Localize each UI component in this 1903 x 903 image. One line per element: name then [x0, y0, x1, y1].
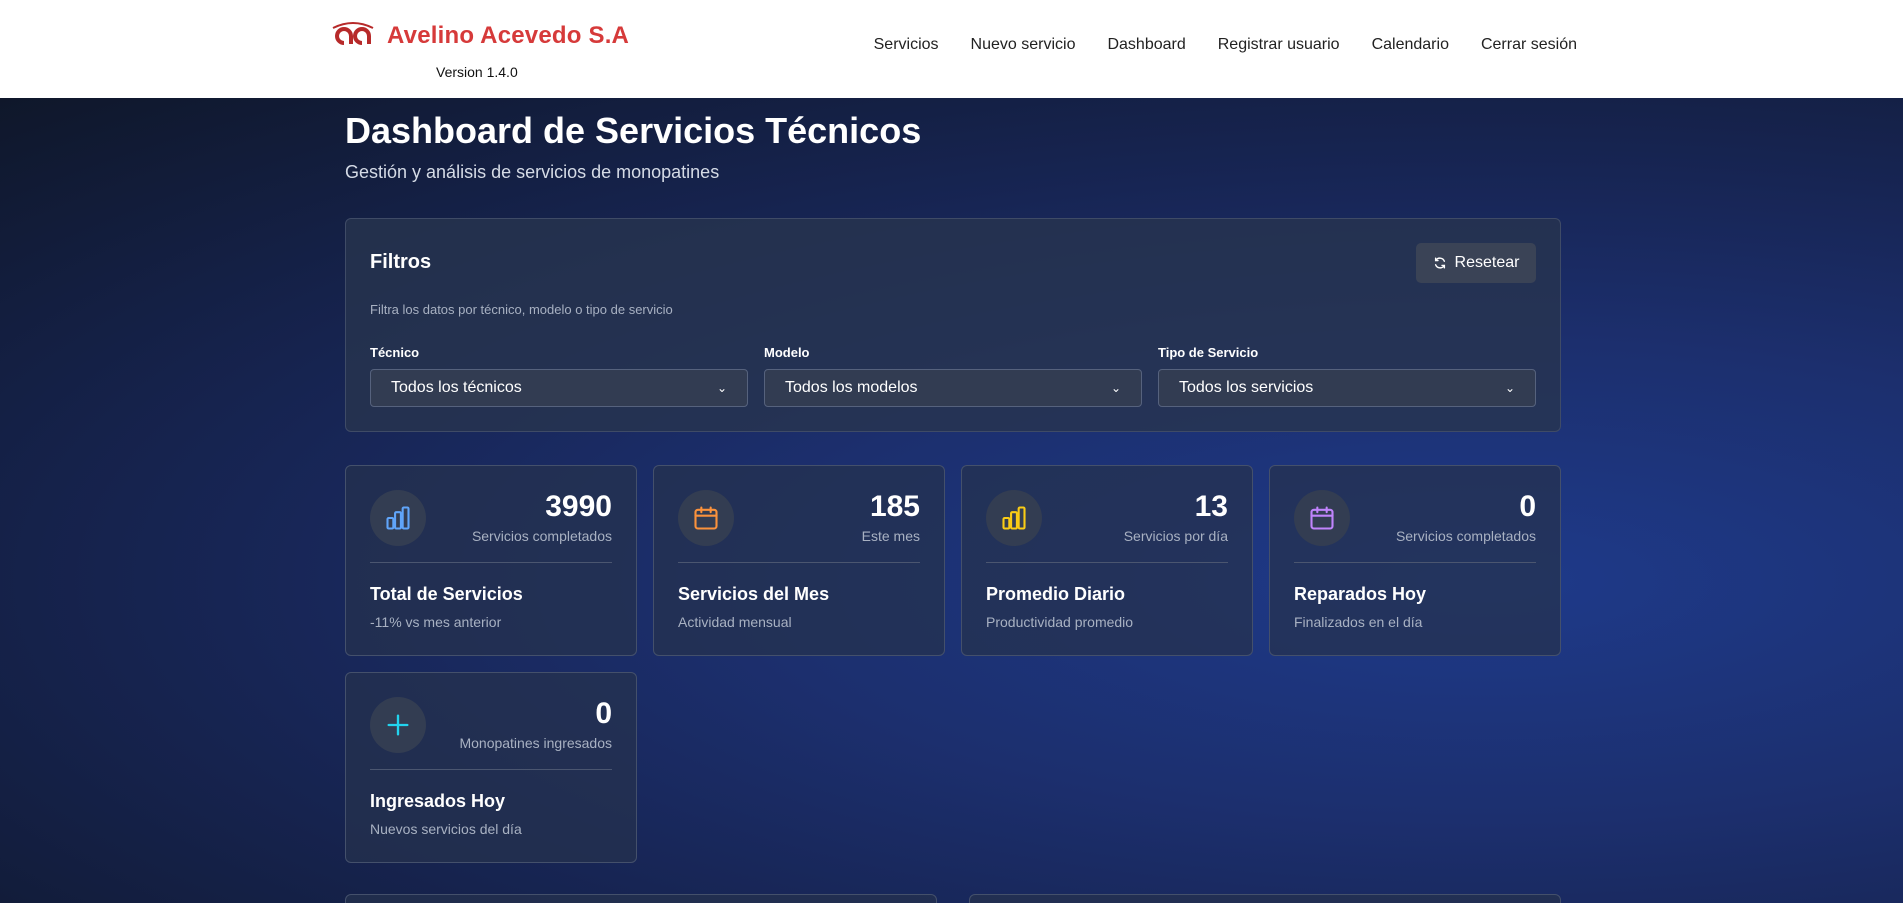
page-subtitle: Gestión y análisis de servicios de monop…: [345, 162, 720, 182]
nav-link-registrar-usuario[interactable]: Registrar usuario: [1218, 36, 1340, 54]
stat-subtitle: -11% vs mes anterior: [370, 614, 502, 630]
app-version: Version 1.4.0: [436, 64, 518, 80]
plus-icon: [387, 714, 409, 736]
reset-label: Resetear: [1454, 254, 1520, 271]
stat-title: Ingresados Hoy: [370, 791, 506, 811]
main-content: Dashboard de Servicios Técnicos Gestión …: [0, 98, 1903, 903]
chevron-down-icon: ⌄: [716, 381, 727, 395]
nav-link-nuevo-servicio[interactable]: Nuevo servicio: [971, 36, 1076, 54]
stat-icon-circle: [370, 490, 426, 546]
stat-value: 185: [869, 490, 920, 523]
page-title: Dashboard de Servicios Técnicos: [345, 110, 922, 151]
card-divider: [1294, 562, 1536, 563]
stat-subtitle: Productividad promedio: [986, 614, 1134, 630]
brand-name: Avelino Acevedo S.A: [387, 22, 630, 49]
filter-tipo-servicio-label: Tipo de Servicio: [1158, 345, 1259, 360]
company-logo-icon: [332, 22, 374, 45]
stat-icon-circle: [986, 490, 1042, 546]
bar-chart-icon: [1002, 506, 1026, 530]
refresh-icon: [1434, 257, 1445, 269]
main-nav: Servicios Nuevo servicio Dashboard Regis…: [874, 36, 1577, 54]
stat-title: Servicios del Mes: [678, 584, 830, 604]
stat-icon-circle: [678, 490, 734, 546]
stat-subtitle: Nuevos servicios del día: [370, 821, 522, 837]
calendar-icon: [694, 506, 718, 530]
stat-card-total-servicios: 3990 Servicios completados Total de Serv…: [345, 465, 637, 656]
filter-tecnico: Técnico Todos los técnicos ⌄: [370, 345, 748, 407]
stat-value-label: Este mes: [861, 528, 920, 544]
filters-panel: Filtros Resetear Filtra los datos por té…: [345, 218, 1561, 432]
stat-icon-circle: [1294, 490, 1350, 546]
stat-value-label: Monopatines ingresados: [459, 735, 612, 751]
stat-value: 13: [1194, 490, 1228, 523]
brand[interactable]: Avelino Acevedo S.A Version 1.4.0: [331, 20, 630, 80]
stat-title: Total de Servicios: [370, 584, 523, 604]
stat-value: 3990: [545, 490, 612, 523]
chart-panel-left: [345, 894, 937, 903]
card-divider: [678, 562, 920, 563]
card-divider: [370, 769, 612, 770]
filter-tecnico-label: Técnico: [370, 345, 420, 360]
bar-chart-icon: [386, 506, 410, 530]
stat-title: Reparados Hoy: [1294, 584, 1427, 604]
stat-value: 0: [595, 697, 612, 730]
filter-tipo-servicio-value: Todos los servicios: [1179, 379, 1314, 396]
filter-modelo-select[interactable]: Todos los modelos ⌄: [764, 369, 1142, 407]
top-navbar: Avelino Acevedo S.A Version 1.4.0 Servic…: [0, 0, 1903, 98]
chart-panel-right: [969, 894, 1561, 903]
stat-card-servicios-mes: 185 Este mes Servicios del Mes Actividad…: [653, 465, 945, 656]
stat-icon-circle: [370, 697, 426, 753]
nav-link-servicios[interactable]: Servicios: [874, 36, 939, 54]
filter-modelo-value: Todos los modelos: [785, 379, 918, 396]
filters-title: Filtros: [370, 251, 432, 273]
stat-subtitle: Actividad mensual: [678, 614, 792, 630]
filters-description: Filtra los datos por técnico, modelo o t…: [370, 302, 673, 317]
nav-link-dashboard[interactable]: Dashboard: [1107, 36, 1185, 54]
stat-title: Promedio Diario: [986, 584, 1126, 604]
stat-value-label: Servicios completados: [1395, 528, 1536, 544]
chevron-down-icon: ⌄: [1110, 381, 1121, 395]
stat-card-reparados-hoy: 0 Servicios completados Reparados Hoy Fi…: [1269, 465, 1561, 656]
nav-link-calendario[interactable]: Calendario: [1372, 36, 1449, 54]
stat-card-promedio-diario: 13 Servicios por día Promedio Diario Pro…: [961, 465, 1253, 656]
card-divider: [370, 562, 612, 563]
filter-tecnico-value: Todos los técnicos: [391, 379, 522, 396]
stat-value-label: Servicios por día: [1123, 528, 1228, 544]
filter-tecnico-select[interactable]: Todos los técnicos ⌄: [370, 369, 748, 407]
stat-card-ingresados-hoy: 0 Monopatines ingresados Ingresados Hoy …: [345, 672, 637, 863]
card-divider: [986, 562, 1228, 563]
filter-tipo-servicio: Tipo de Servicio Todos los servicios ⌄: [1158, 345, 1536, 407]
filter-modelo-label: Modelo: [764, 345, 810, 360]
filter-modelo: Modelo Todos los modelos ⌄: [764, 345, 1142, 407]
stat-subtitle: Finalizados en el día: [1294, 614, 1423, 630]
reset-filters-button[interactable]: Resetear: [1416, 243, 1536, 283]
stat-value-label: Servicios completados: [471, 528, 612, 544]
calendar-icon: [1310, 506, 1334, 530]
filter-tipo-servicio-select[interactable]: Todos los servicios ⌄: [1158, 369, 1536, 407]
stat-value: 0: [1519, 490, 1536, 523]
chevron-down-icon: ⌄: [1504, 381, 1515, 395]
nav-link-cerrar-sesion[interactable]: Cerrar sesión: [1481, 36, 1577, 54]
